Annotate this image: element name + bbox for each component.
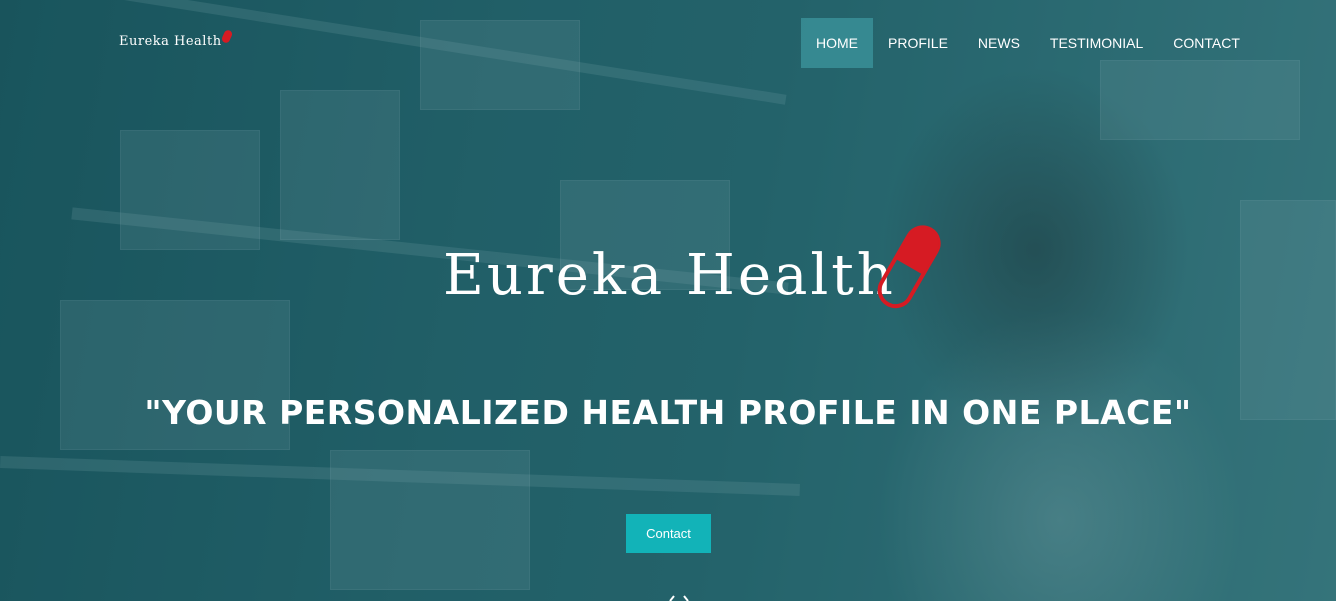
site-logo[interactable]: Eureka Health [119,28,233,49]
logo-text: Eureka Health [119,34,222,49]
nav-profile[interactable]: PROFILE [873,18,963,68]
hero-tagline: "YOUR PERSONALIZED HEALTH PROFILE IN ONE… [144,393,1192,432]
chevron-down-icon[interactable] [664,594,694,601]
nav-news[interactable]: NEWS [963,18,1035,68]
capsule-logo-icon [877,225,941,309]
contact-button[interactable]: Contact [626,514,711,553]
hero-section: Eureka Health HOME PROFILE NEWS TESTIMON… [0,0,1336,601]
main-nav: HOME PROFILE NEWS TESTIMONIAL CONTACT [801,18,1255,68]
nav-home[interactable]: HOME [801,18,873,68]
nav-testimonial[interactable]: TESTIMONIAL [1035,18,1158,68]
nav-contact[interactable]: CONTACT [1158,18,1255,68]
hero-brand-title: Eureka Health [443,243,896,308]
